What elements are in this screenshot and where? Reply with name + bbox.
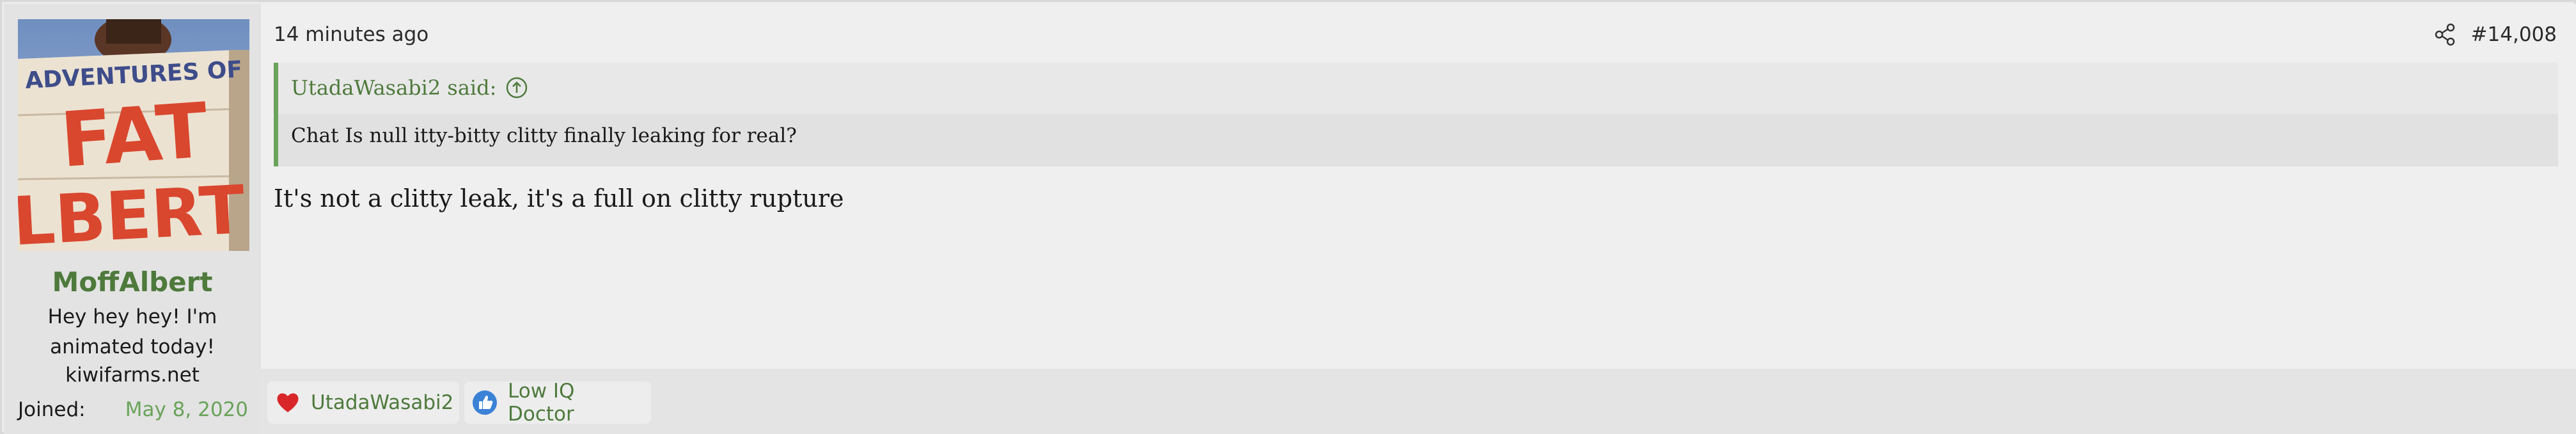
- joined-date: May 8, 2020: [125, 398, 248, 421]
- post-number-link[interactable]: #14,008: [2471, 23, 2557, 46]
- user-site: kiwifarms.net: [65, 364, 200, 387]
- avatar-text-2: FAT: [58, 86, 210, 184]
- forum-post: ADVENTURES OF FAT LBERT MoffAlbert Hey h…: [0, 0, 2576, 434]
- share-icon[interactable]: [2432, 22, 2458, 47]
- reaction-item[interactable]: Low IQ Doctor: [464, 380, 651, 426]
- quote-author[interactable]: UtadaWasabi2 said:: [291, 76, 496, 100]
- reaction-user[interactable]: UtadaWasabi2: [311, 391, 453, 414]
- user-sidebar: ADVENTURES OF FAT LBERT MoffAlbert Hey h…: [4, 4, 261, 434]
- avatar[interactable]: ADVENTURES OF FAT LBERT: [18, 19, 249, 251]
- user-title-line-2: animated today!: [50, 335, 215, 358]
- avatar-text-3: LBERT: [18, 170, 247, 251]
- quote-header[interactable]: UtadaWasabi2 said:: [291, 76, 528, 100]
- avatar-image: ADVENTURES OF FAT LBERT: [18, 19, 249, 251]
- reactions-bar: UtadaWasabi2 Low IQ Doctor: [261, 369, 2576, 434]
- heart-icon: [277, 393, 299, 412]
- arrow-up-circle-icon[interactable]: [505, 76, 528, 99]
- user-title: Hey hey hey! I'm animated today!: [17, 302, 248, 362]
- reaction-item[interactable]: UtadaWasabi2: [267, 382, 459, 424]
- username-link[interactable]: MoffAlbert: [4, 266, 261, 298]
- quote-block: UtadaWasabi2 said: Chat Is null itty-bit…: [274, 63, 2558, 166]
- post-main: 14 minutes ago #14,008 UtadaWasabi2 said…: [261, 4, 2576, 434]
- thumbs-up-icon: [473, 390, 497, 415]
- post-message: It's not a clitty leak, it's a full on c…: [274, 184, 844, 213]
- user-title-line-1: Hey hey hey! I'm: [47, 305, 217, 328]
- post-date-link[interactable]: 14 minutes ago: [274, 23, 428, 46]
- quote-text: Chat Is null itty-bitty clitty finally l…: [278, 114, 2558, 166]
- joined-label: Joined:: [18, 398, 86, 421]
- reaction-user[interactable]: Low IQ Doctor: [508, 380, 641, 426]
